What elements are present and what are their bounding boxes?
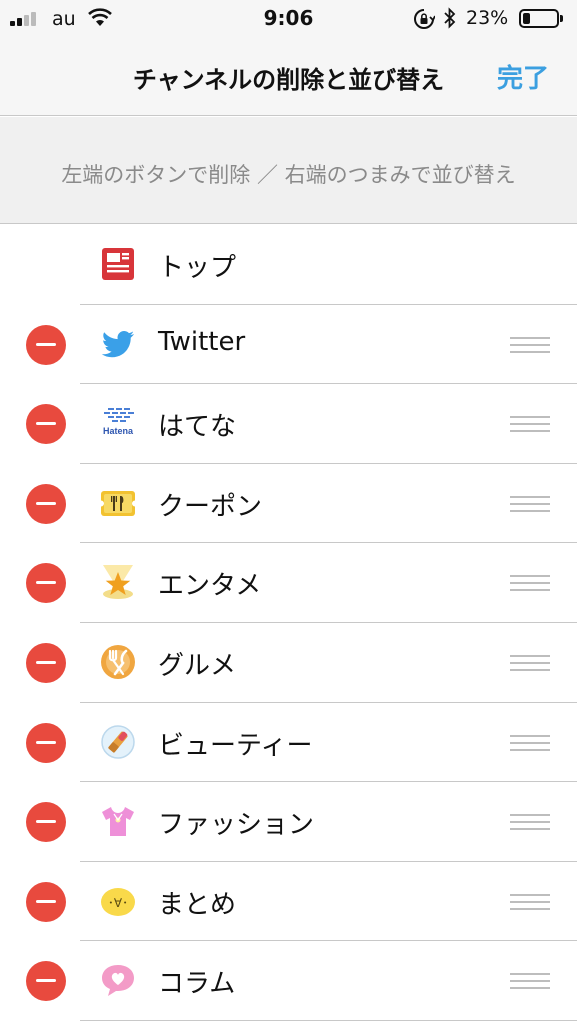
instruction-text: 左端のボタンで削除 ／ 右端のつまみで並び替え — [61, 163, 516, 187]
reorder-handle-icon[interactable] — [510, 973, 550, 990]
delete-channel-button[interactable] — [26, 961, 66, 1002]
channel-row: ･∀･ まとめ — [0, 862, 577, 942]
delete-channel-button[interactable] — [26, 802, 66, 843]
heart-bubble-icon — [99, 961, 137, 999]
channel-label: エンタメ — [158, 571, 262, 602]
channel-label: グルメ — [158, 650, 237, 681]
instruction-header: 左端のボタンで削除 ／ 右端のつまみで並び替え — [0, 117, 577, 224]
channel-label: はてな — [158, 412, 237, 443]
channel-label: クーポン — [158, 491, 263, 522]
delete-channel-button[interactable] — [26, 881, 66, 922]
coupon-ticket-icon — [98, 484, 138, 522]
status-bar: au 9:06 23% — [0, 0, 577, 38]
star-spotlight-icon — [99, 563, 137, 601]
channel-row: ファッション — [0, 782, 577, 862]
channel-label: まとめ — [158, 889, 237, 920]
svg-text:･∀･: ･∀･ — [108, 896, 128, 910]
row-divider — [80, 1019, 577, 1021]
reorder-handle-icon[interactable] — [510, 893, 550, 910]
channel-list: トップ Twitter Hatena はてなクーポンエンタメグルメビューティー ファッシ… — [0, 225, 577, 1021]
delete-channel-button[interactable] — [26, 642, 66, 683]
delete-channel-button[interactable] — [26, 722, 66, 763]
rotation-lock-icon — [414, 9, 435, 29]
channel-row: グルメ — [0, 623, 577, 703]
newspaper-icon — [99, 245, 137, 283]
channel-label: コラム — [158, 969, 236, 1000]
battery-icon — [519, 9, 563, 28]
twitter-bird-icon — [99, 325, 137, 363]
reorder-handle-icon[interactable] — [510, 654, 550, 671]
hatena-logo-icon: Hatena — [99, 404, 137, 442]
battery-percentage: 23% — [466, 7, 509, 29]
channel-label: トップ — [158, 253, 237, 283]
channel-label: ビューティー — [158, 730, 313, 761]
channel-label: Twitter — [158, 326, 246, 357]
fork-knife-plate-icon — [99, 643, 137, 681]
delete-channel-button[interactable] — [26, 324, 66, 365]
navigation-bar: チャンネルの削除と並び替え 完了 — [0, 38, 577, 116]
delete-channel-button[interactable] — [26, 404, 66, 445]
reorder-handle-icon[interactable] — [510, 336, 550, 353]
channel-row: エンタメ — [0, 543, 577, 623]
reorder-handle-icon[interactable] — [510, 814, 550, 831]
channel-row: コラム — [0, 941, 577, 1021]
channel-row: ビューティー — [0, 703, 577, 783]
smiley-face-icon: ･∀･ — [99, 882, 137, 920]
lipstick-icon — [99, 723, 137, 761]
delete-channel-button[interactable] — [26, 563, 66, 604]
channel-label: ファッション — [158, 810, 315, 841]
page-title: チャンネルの削除と並び替え — [132, 66, 445, 94]
reorder-handle-icon[interactable] — [510, 734, 550, 751]
channel-row: トップ — [0, 225, 577, 305]
reorder-handle-icon[interactable] — [510, 416, 550, 433]
tshirt-icon — [99, 802, 137, 840]
channel-row: クーポン — [0, 464, 577, 544]
delete-channel-button[interactable] — [26, 483, 66, 524]
svg-text:Hatena: Hatena — [103, 426, 134, 436]
reorder-handle-icon[interactable] — [510, 575, 550, 592]
bluetooth-icon — [444, 7, 456, 29]
channel-row: Hatena はてな — [0, 384, 577, 464]
done-button[interactable]: 完了 — [497, 58, 549, 95]
reorder-handle-icon[interactable] — [510, 495, 550, 512]
channel-row: Twitter — [0, 305, 577, 385]
